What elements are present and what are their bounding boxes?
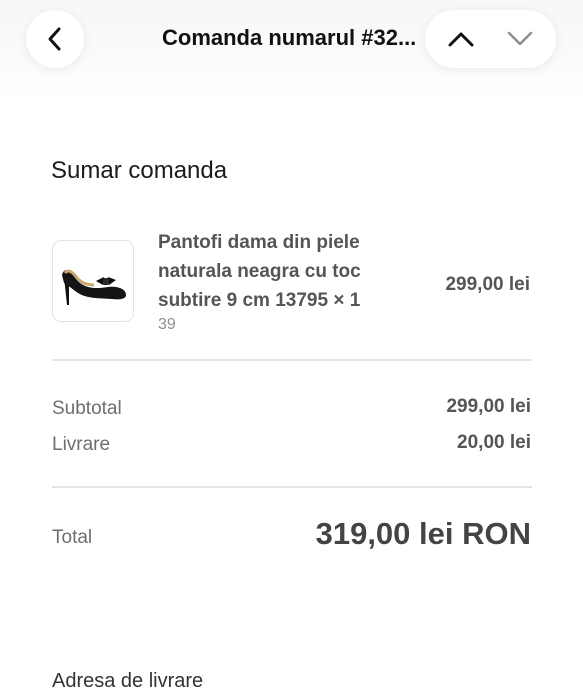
- product-name: Pantofi dama din piele naturala neagra c…: [158, 232, 361, 311]
- next-order-button[interactable]: [495, 14, 545, 64]
- order-summary-heading: Sumar comanda: [51, 157, 228, 184]
- top-navigation-bar: Comanda numarul #32...: [0, 0, 583, 100]
- shipping-value: 20,00 lei: [457, 432, 531, 453]
- previous-order-button[interactable]: [436, 14, 486, 64]
- order-navigation-pill: [425, 10, 556, 68]
- product-price: 299,00 lei: [445, 274, 530, 295]
- chevron-left-icon: [48, 27, 61, 51]
- divider: [52, 359, 532, 361]
- subtotal-value: 299,00 lei: [446, 396, 531, 417]
- divider: [52, 486, 532, 488]
- order-detail-page: Comanda numarul #32... Sumar comanda Pan…: [0, 0, 583, 700]
- product-thumbnail[interactable]: [52, 240, 134, 322]
- shipping-label: Livrare: [52, 434, 111, 455]
- product-variant-size: 39: [158, 316, 176, 333]
- page-title: Comanda numarul #32...: [162, 25, 417, 50]
- total-label: Total: [52, 527, 93, 548]
- subtotal-label: Subtotal: [52, 398, 122, 419]
- back-button[interactable]: [26, 10, 84, 68]
- black-heel-shoe-image: [62, 269, 126, 305]
- total-value: 319,00 lei RON: [315, 516, 531, 551]
- shipping-address-heading: Adresa de livrare: [52, 670, 204, 692]
- chevron-up-icon: [448, 32, 474, 47]
- chevron-down-icon: [508, 31, 533, 46]
